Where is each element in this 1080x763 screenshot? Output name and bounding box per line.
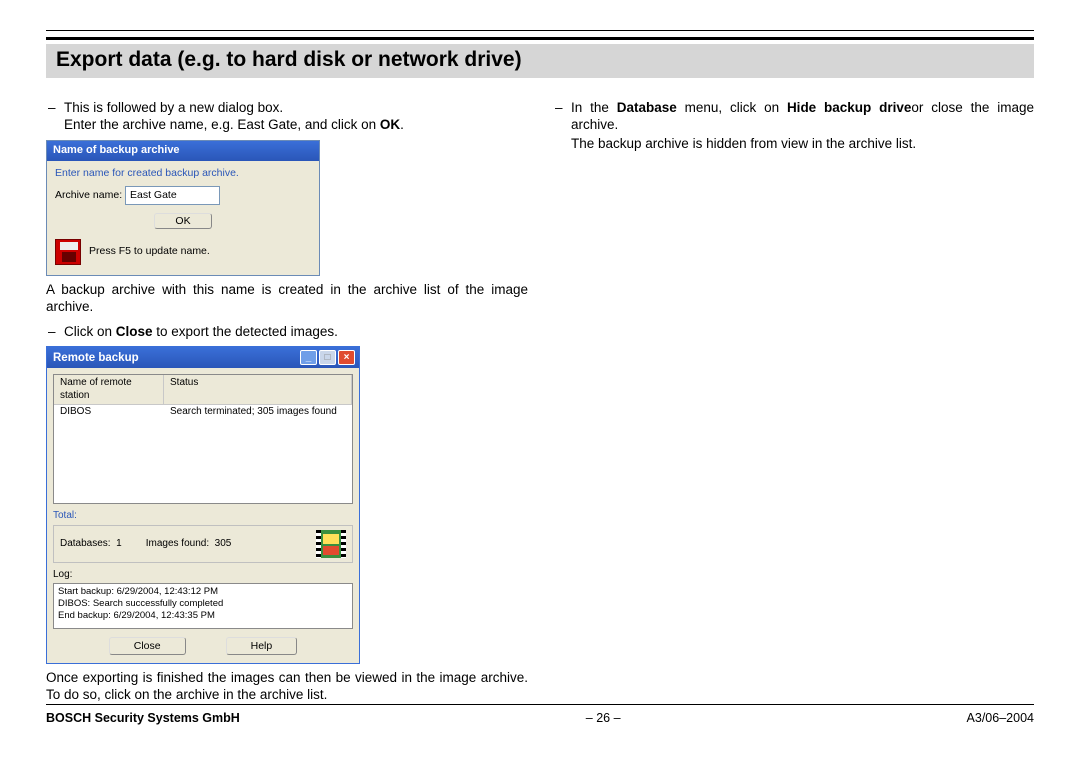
right-column: – In the Database menu, click on Hide ba… <box>540 100 1034 704</box>
log-box[interactable]: Start backup: 6/29/2004, 12:43:12 PM DIB… <box>53 583 353 629</box>
left-column: – This is followed by a new dialog box. … <box>46 100 540 704</box>
close-icon[interactable]: × <box>338 350 355 365</box>
floppy-disk-icon <box>55 239 81 265</box>
bullet-1-line2-pre: Enter the archive name, e.g. East Gate, … <box>64 117 380 132</box>
right-line-2: The backup archive is hidden from view i… <box>571 136 1034 153</box>
close-button[interactable]: Close <box>109 637 186 655</box>
bullet-1-line1: This is followed by a new dialog box. <box>64 100 283 115</box>
archive-name-input[interactable]: East Gate <box>125 186 220 205</box>
cell-status: Search terminated; 305 images found <box>164 405 352 420</box>
dialog-remote-backup: Remote backup _ □ × Name of remote stati… <box>46 346 360 664</box>
total-box: Databases: 1 Images found: 305 <box>53 525 353 563</box>
footer-rule <box>46 704 1034 705</box>
dialog2-title-text: Remote backup <box>53 351 139 365</box>
station-list[interactable]: Name of remote station Status DIBOS Sear… <box>53 374 353 504</box>
images-found-label: Images found: <box>146 538 209 549</box>
col-header-station[interactable]: Name of remote station <box>54 375 164 404</box>
r-b1-mid: menu, click on <box>677 100 787 115</box>
footer-page-number: – 26 – <box>586 711 621 725</box>
log-line-3: End backup: 6/29/2004, 12:43:35 PM <box>58 610 348 622</box>
databases-label: Databases: <box>60 538 111 549</box>
bullet-2: Click on Close to export the detected im… <box>64 324 528 341</box>
top-rule-2 <box>46 37 1034 40</box>
log-line-1: Start backup: 6/29/2004, 12:43:12 PM <box>58 586 348 598</box>
dash-icon: – <box>46 324 64 341</box>
log-line-2: DIBOS: Search successfully completed <box>58 598 348 610</box>
col-header-status[interactable]: Status <box>164 375 352 404</box>
bullet-1-ok: OK <box>380 117 400 132</box>
total-label: Total: <box>53 510 353 523</box>
dash-icon: – <box>553 100 571 134</box>
dialog1-hint: Press F5 to update name. <box>89 245 210 258</box>
bullet-2-pre: Click on <box>64 324 116 339</box>
images-found-value: 305 <box>215 538 232 549</box>
footer-doc-ref: A3/06–2004 <box>967 711 1034 725</box>
ok-button[interactable]: OK <box>154 213 211 229</box>
help-button[interactable]: Help <box>226 637 298 655</box>
after-dialog1-text: A backup archive with this name is creat… <box>46 282 528 316</box>
dialog-name-of-backup-archive: Name of backup archive Enter name for cr… <box>46 140 320 276</box>
minimize-icon[interactable]: _ <box>300 350 317 365</box>
dialog1-prompt: Enter name for created backup archive. <box>55 167 311 180</box>
footer-company: BOSCH Security Systems GmbH <box>46 711 240 725</box>
list-item[interactable]: DIBOS Search terminated; 305 images foun… <box>54 405 352 420</box>
archive-name-label: Archive name: <box>55 189 125 202</box>
r-b1-pre: In the <box>571 100 617 115</box>
right-bullet-1: In the Database menu, click on Hide back… <box>571 100 1034 134</box>
page-title: Export data (e.g. to hard disk or networ… <box>46 44 1034 78</box>
bullet-2-post: to export the detected images. <box>153 324 338 339</box>
bullet-1: This is followed by a new dialog box. En… <box>64 100 528 134</box>
dash-icon: – <box>46 100 64 134</box>
film-strip-icon <box>316 530 346 558</box>
bullet-1-line2-post: . <box>400 117 404 132</box>
r-b1-bold2: Hide backup drive <box>787 100 911 115</box>
bullet-2-bold: Close <box>116 324 153 339</box>
maximize-icon[interactable]: □ <box>319 350 336 365</box>
cell-station: DIBOS <box>54 405 164 420</box>
log-label: Log: <box>53 569 353 582</box>
dialog1-titlebar: Name of backup archive <box>47 141 319 161</box>
databases-value: 1 <box>116 538 122 549</box>
r-b1-bold1: Database <box>617 100 677 115</box>
after-dialog2-text: Once exporting is finished the images ca… <box>46 670 528 704</box>
